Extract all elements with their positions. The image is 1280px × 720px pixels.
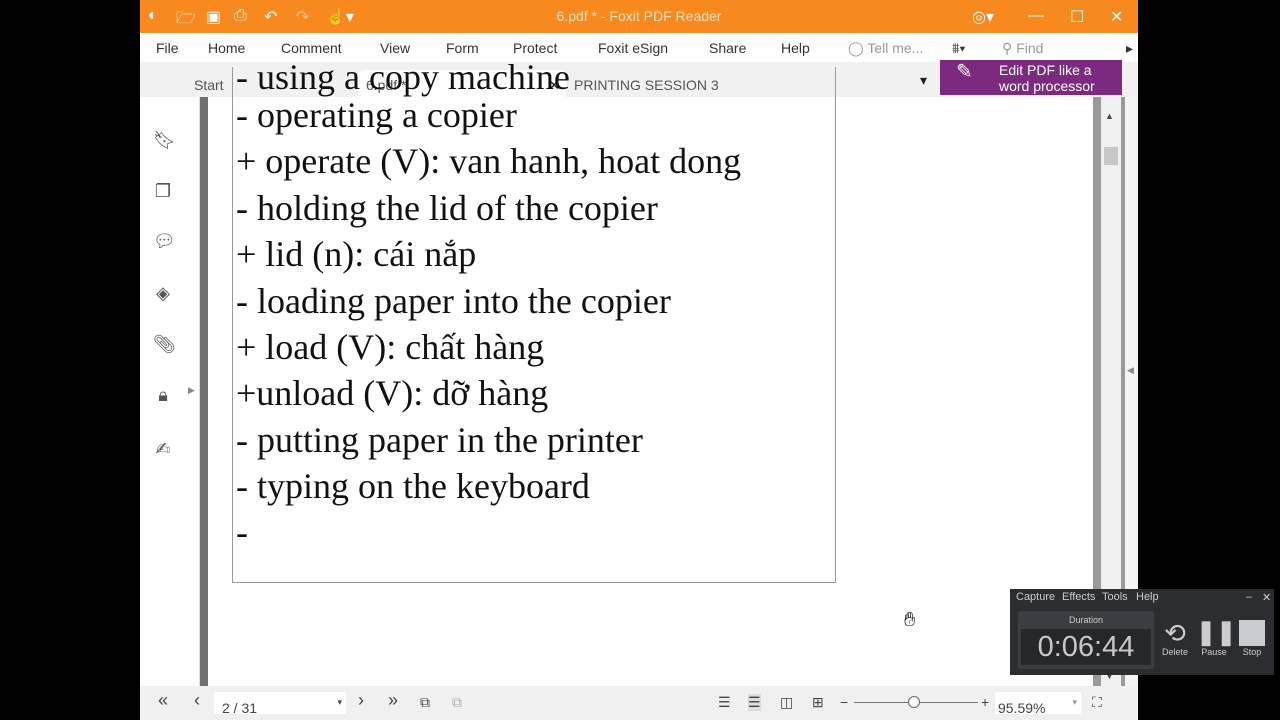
maximize-button[interactable]: ☐ <box>1070 7 1084 27</box>
doc-line: - typing on the keyboard <box>236 466 590 506</box>
recorder-minimize-button[interactable]: – <box>1246 591 1252 603</box>
menu-help[interactable]: Help <box>781 40 810 56</box>
doc-line: - using a copy machine <box>236 57 570 97</box>
doc-line: + lid (n): cái nắp <box>236 234 477 274</box>
layers-icon[interactable]: ◈ <box>153 283 173 303</box>
fullscreen-icon[interactable]: ⛶ <box>1092 694 1102 711</box>
signature-icon[interactable]: ✍︎ <box>153 439 173 459</box>
account-icon[interactable]: ◎▾ <box>972 7 994 27</box>
left-sidebar: 🔖︎ ❐ 💬︎ ◈ 📎︎ 🔒︎ ✍︎ ▶ <box>140 97 200 686</box>
previous-view-icon[interactable]: ⧉ <box>420 694 430 711</box>
menu-home[interactable]: Home <box>208 40 245 56</box>
scroll-up-icon[interactable]: ▲ <box>1105 111 1114 121</box>
page-gutter <box>200 97 208 686</box>
tab-list-dropdown-icon[interactable]: ▾ <box>920 72 927 89</box>
attachment-icon[interactable]: 📎︎ <box>153 334 176 354</box>
scroll-thumb[interactable] <box>1104 147 1118 165</box>
recorder-menu-capture[interactable]: Capture <box>1016 591 1055 603</box>
close-button[interactable]: ✕ <box>1110 7 1123 27</box>
delete-button[interactable]: ⟲ Delete <box>1157 619 1193 657</box>
recorder-menu-tools[interactable]: Tools <box>1102 591 1128 603</box>
foxit-window: ◐ 🗁 ▣ ⎙ ↶ ↷ ☝▾ 6.pdf * - Foxit PDF Reade… <box>140 0 1138 720</box>
last-page-button[interactable]: » <box>388 690 398 711</box>
continuous-facing-icon[interactable]: ⊞ <box>812 694 824 711</box>
edit-pdf-promo[interactable]: ✎ Edit PDF like a word processor <box>940 60 1122 95</box>
menu-protect[interactable]: Protect <box>513 40 557 56</box>
doc-line: - loading paper into the copier <box>236 281 671 321</box>
find-placeholder: Find <box>1016 40 1044 56</box>
tell-me-input[interactable]: ◯ Tell me... <box>848 40 923 57</box>
page-number-input[interactable]: 2 / 31 ▾ <box>214 692 346 716</box>
menu-comment[interactable]: Comment <box>281 40 342 56</box>
delete-icon: ⟲ <box>1164 618 1186 648</box>
search-options-icon[interactable]: ⩩▾ <box>952 40 965 57</box>
pause-button[interactable]: ❚❚ Pause <box>1196 619 1237 657</box>
facing-page-icon[interactable]: ◫ <box>780 694 793 711</box>
next-page-button[interactable]: › <box>358 690 364 711</box>
zoom-level-input[interactable]: 95.59% ▾ <box>995 692 1081 716</box>
menu-file[interactable]: File <box>156 40 179 56</box>
menu-foxit-esign[interactable]: Foxit eSign <box>598 40 668 56</box>
recorder-menu-help[interactable]: Help <box>1136 591 1159 603</box>
menu-view[interactable]: View <box>380 40 410 56</box>
stop-button[interactable]: Stop <box>1234 619 1270 657</box>
doc-line: +unload (V): dỡ hàng <box>236 373 549 413</box>
doc-line: - holding the lid of the copier <box>236 188 658 228</box>
recorder-menu-effects[interactable]: Effects <box>1062 591 1095 603</box>
first-page-button[interactable]: « <box>158 690 168 711</box>
title-bar: ◐ 🗁 ▣ ⎙ ↶ ↷ ☝▾ 6.pdf * - Foxit PDF Reade… <box>140 0 1138 33</box>
find-input[interactable]: ⚲ Find <box>1002 40 1043 57</box>
menu-form[interactable]: Form <box>446 40 479 56</box>
single-page-icon[interactable]: ☰ <box>718 694 731 711</box>
zoom-value: 95.59% <box>998 700 1046 716</box>
doc-line: + operate (V): van hanh, hoat dong <box>236 141 742 181</box>
pdf-page: - using a copy machine - operating a cop… <box>232 57 836 583</box>
duration-label: Duration <box>1068 615 1104 625</box>
comments-icon[interactable]: 💬︎ <box>153 231 176 251</box>
doc-line: + load (V): chất hàng <box>236 327 545 367</box>
doc-line: - <box>236 512 248 552</box>
previous-page-button[interactable]: ‹ <box>194 690 200 711</box>
tell-me-placeholder: Tell me... <box>867 40 924 56</box>
duration-timer: 0:06:44 <box>1021 629 1151 665</box>
bookmark-icon[interactable]: 🔖︎ <box>153 130 176 150</box>
menu-scroll-right-icon[interactable]: ▸ <box>1126 40 1133 57</box>
delete-label: Delete <box>1161 647 1188 657</box>
status-bar: « ‹ 2 / 31 ▾ › » ⧉ ⧉ ☰ ☰ ◫ ⊞ − + 95.59% ▾ … <box>140 686 1138 720</box>
doc-line: - putting paper in the printer <box>236 420 643 460</box>
duration-panel: Duration 0:06:44 <box>1018 611 1154 669</box>
continuous-page-icon[interactable]: ☰ <box>748 694 761 711</box>
zoom-slider[interactable] <box>854 696 978 708</box>
promo-line1: Edit PDF like a <box>999 62 1092 78</box>
document-view[interactable]: - using a copy machine - operating a cop… <box>208 57 1093 686</box>
minimize-button[interactable]: — <box>1028 7 1044 25</box>
page-number: 2 / 31 <box>222 700 258 716</box>
hand-cursor-icon: ✋︎ <box>904 609 916 631</box>
pause-icon: ❚❚ <box>1196 619 1237 646</box>
expand-sidebar-icon[interactable]: ▶ <box>188 385 195 396</box>
stop-icon <box>1239 620 1265 646</box>
screen-recorder-widget: Capture Effects Tools Help – ✕ Duration … <box>1010 589 1274 675</box>
expand-right-panel-icon[interactable]: ◀ <box>1127 365 1134 376</box>
zoom-slider-thumb[interactable] <box>908 696 920 708</box>
zoom-out-button[interactable]: − <box>840 694 848 710</box>
pages-icon[interactable]: ❐ <box>153 181 173 201</box>
promo-line2: word processor <box>999 78 1095 94</box>
recorder-close-button[interactable]: ✕ <box>1262 591 1271 604</box>
zoom-in-button[interactable]: + <box>981 694 989 710</box>
doc-line: - operating a copier <box>236 95 517 135</box>
menu-share[interactable]: Share <box>709 40 746 56</box>
security-icon[interactable]: 🔒︎ <box>153 385 173 405</box>
tab-label: Start <box>194 77 224 93</box>
next-view-icon[interactable]: ⧉ <box>452 694 462 711</box>
stop-label: Stop <box>1242 647 1262 657</box>
pause-label: Pause <box>1201 647 1227 657</box>
pdf-edit-icon: ✎ <box>956 61 973 83</box>
